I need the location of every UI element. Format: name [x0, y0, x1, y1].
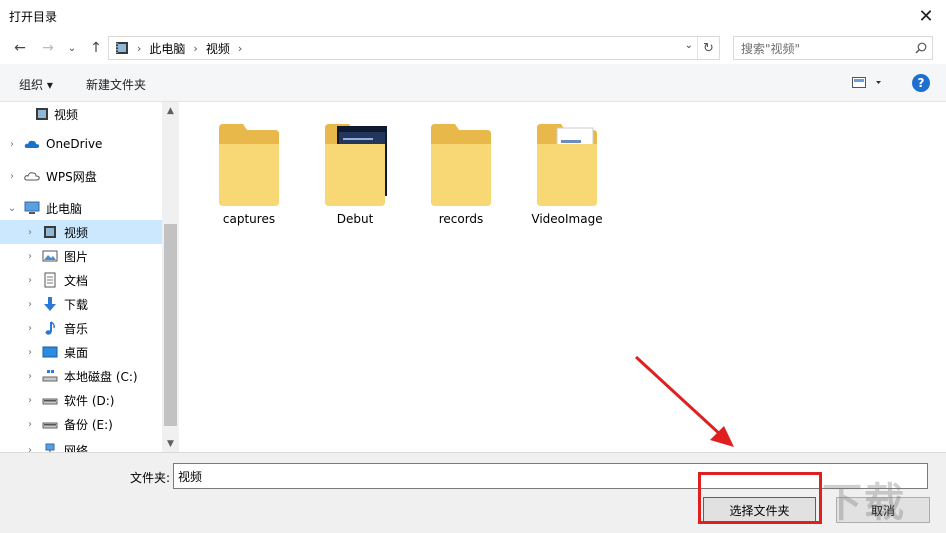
watermark-logo: 下载吧 [822, 480, 906, 526]
annotation-arrow [634, 355, 734, 447]
